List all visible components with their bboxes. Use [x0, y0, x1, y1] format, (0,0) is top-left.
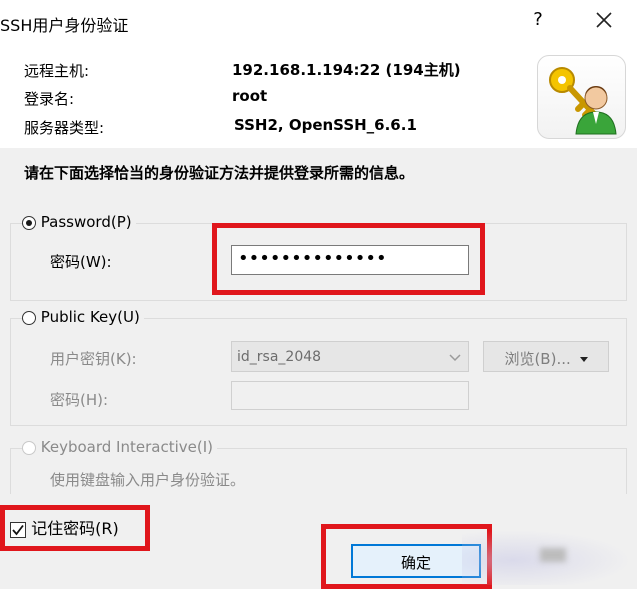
keyboard-interactive-radio-indicator[interactable]: [22, 440, 36, 455]
chevron-down-icon: [449, 354, 461, 362]
password-radio[interactable]: Password(P): [22, 213, 136, 231]
keyboard-interactive-description: 使用键盘输入用户身份验证。: [50, 471, 246, 489]
close-icon: [596, 12, 612, 28]
window-title: SSH用户身份验证: [0, 16, 129, 35]
passphrase-label: 密码(H):: [50, 391, 109, 409]
help-button[interactable]: ?: [528, 9, 548, 33]
remote-host-label: 远程主机:: [24, 62, 90, 80]
public-key-radio[interactable]: Public Key(U): [22, 308, 144, 326]
server-type-label: 服务器类型:: [24, 119, 105, 137]
remember-password-label: 记住密码(R): [31, 519, 119, 538]
blurred-watermark-shape: [540, 548, 566, 562]
remember-password-checkbox[interactable]: 记住密码(R): [10, 515, 119, 539]
close-button[interactable]: [590, 6, 618, 34]
remote-host-value: 192.168.1.194:22 (194主机): [232, 61, 461, 79]
password-field-label: 密码(W):: [50, 253, 112, 271]
login-name-value: root: [232, 87, 268, 105]
ok-button-label: 确定: [400, 554, 431, 572]
blurred-watermark: [462, 530, 632, 585]
public-key-radio-label: Public Key(U): [40, 308, 140, 326]
public-key-radio-indicator[interactable]: [22, 310, 36, 325]
ssh-key-user-logo: [537, 55, 626, 139]
server-type-value: SSH2, OpenSSH_6.6.1: [234, 116, 417, 134]
user-key-label: 用户密钥(K):: [50, 350, 137, 368]
user-key-select[interactable]: id_rsa_2048: [231, 341, 469, 372]
remember-password-check-indicator[interactable]: [10, 521, 26, 538]
key-user-icon: [549, 67, 617, 135]
password-field-value: ••••••••••••••: [238, 248, 387, 269]
checkmark-icon: [12, 524, 24, 535]
instruction-text: 请在下面选择恰当的身份验证方法并提供登录所需的信息。: [24, 164, 415, 182]
keyboard-interactive-radio[interactable]: Keyboard Interactive(I): [22, 438, 217, 456]
password-radio-label: Password(P): [40, 213, 132, 231]
passphrase-field[interactable]: [231, 381, 469, 410]
user-key-select-value: id_rsa_2048: [237, 349, 322, 365]
browse-button-label: 浏览(B)...: [504, 350, 571, 368]
dropdown-arrow-icon: [579, 356, 588, 362]
login-name-label: 登录名:: [24, 90, 75, 108]
password-radio-indicator[interactable]: [22, 215, 36, 230]
browse-button[interactable]: 浏览(B)...: [483, 341, 609, 372]
password-field[interactable]: ••••••••••••••: [231, 245, 469, 275]
keyboard-interactive-radio-label: Keyboard Interactive(I): [40, 438, 213, 456]
